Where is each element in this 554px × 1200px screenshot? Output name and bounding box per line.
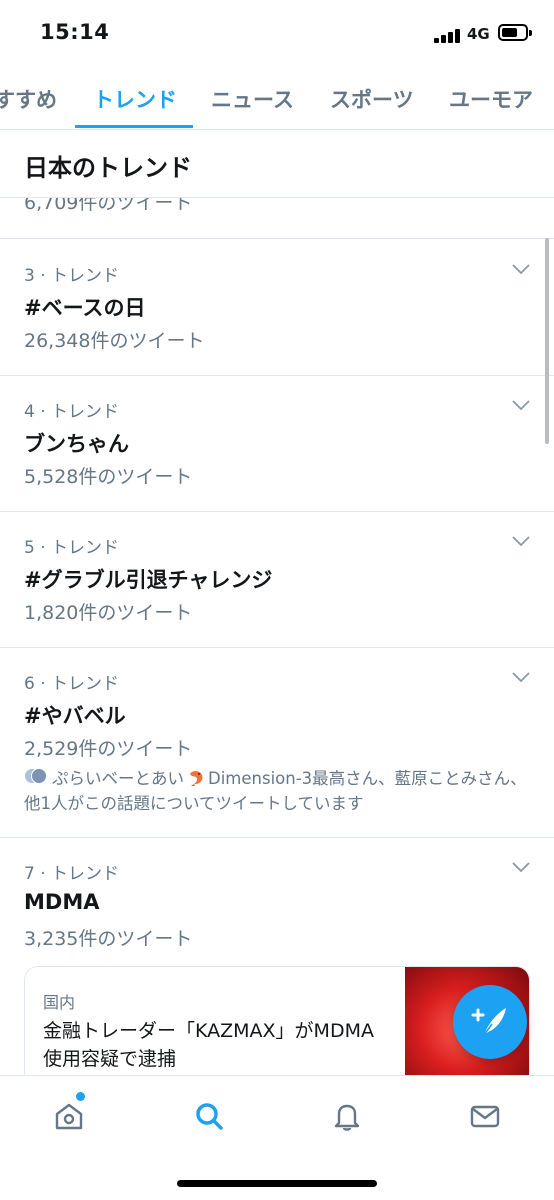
trend-name: #やバベル (24, 704, 126, 728)
nav-messages[interactable] (465, 1096, 505, 1136)
messages-icon (470, 1105, 500, 1128)
compose-tweet-icon (471, 1008, 506, 1036)
status-time: 15:14 (40, 20, 110, 44)
news-category: 国内 (43, 993, 76, 1012)
trend-tweet-count: 1,820件のツイート (24, 602, 193, 624)
avatar-stack (24, 767, 48, 787)
trend-tweet-count: 3,235件のツイート (24, 928, 193, 950)
tab-news[interactable]: ニュース (211, 84, 294, 114)
trend-tweet-count: 5,528件のツイート (24, 466, 193, 488)
news-title: 金融トレーダー「KAZMAX」がMDMA使用容疑で逮捕 (43, 1020, 374, 1070)
trend-rank: 6 · トレンド (24, 674, 120, 694)
trend-name: #グラブル引退チャレンジ (24, 568, 273, 592)
trend-count-partial: 6,709件のツイート (24, 198, 193, 214)
shrimp-emoji-icon (190, 771, 203, 786)
search-icon (196, 1103, 223, 1130)
chevron-down-icon[interactable] (512, 861, 530, 873)
active-tab-indicator (75, 125, 193, 128)
cellular-signal-icon (434, 27, 462, 43)
section-title: 日本のトレンド (24, 154, 192, 182)
tab-recommended[interactable]: すすめ (0, 84, 57, 114)
trend-item[interactable]: 4 · トレンド ブンちゃん 5,528件のツイート (0, 375, 554, 511)
trend-rank: 7 · トレンド (24, 864, 120, 884)
network-type: 4G (467, 25, 490, 43)
trend-item[interactable]: 6 · トレンド #やバベル 2,529件のツイート ぷらいベーとあい Dimen… (0, 647, 554, 837)
home-indicator[interactable] (177, 1180, 377, 1187)
status-bar: 15:14 4G (0, 0, 554, 62)
explore-tabs: すすめ トレンド ニュース スポーツ ユーモア (0, 72, 554, 130)
trend-rank: 3 · トレンド (24, 266, 120, 286)
trend-rank: 4 · トレンド (24, 402, 120, 422)
nav-notifications[interactable] (327, 1096, 367, 1136)
chevron-down-icon[interactable] (512, 399, 530, 411)
tab-humor[interactable]: ユーモア (449, 84, 533, 114)
section-header: 日本のトレンド (0, 130, 554, 198)
chevron-down-icon[interactable] (512, 535, 530, 547)
compose-tweet-button[interactable] (453, 985, 527, 1059)
trend-list: 6,709件のツイート 3 · トレンド #ベースの日 26,348件のツイート… (0, 198, 554, 1075)
trend-item[interactable]: 3 · トレンド #ベースの日 26,348件のツイート (0, 239, 554, 375)
nav-home[interactable] (49, 1092, 89, 1136)
trend-tweet-count: 26,348件のツイート (24, 330, 205, 352)
context-user-name: ぷらいベーとあい (52, 769, 184, 788)
trend-name: MDMA (24, 890, 100, 914)
chevron-down-icon[interactable] (512, 263, 530, 275)
scrollbar[interactable] (545, 238, 549, 444)
trend-item[interactable]: 5 · トレンド #グラブル引退チャレンジ 1,820件のツイート (0, 511, 554, 647)
home-icon (55, 1103, 83, 1130)
trend-social-context: ぷらいベーとあい Dimension-3最高さん、藍原ことみさん、他1人がこの話題… (24, 766, 534, 816)
notification-dot (76, 1092, 85, 1101)
trend-name: ブンちゃん (24, 432, 129, 456)
trend-tweet-count: 2,529件のツイート (24, 738, 193, 760)
tab-trends[interactable]: トレンド (93, 84, 177, 114)
tab-sports[interactable]: スポーツ (330, 84, 414, 114)
notifications-icon (334, 1104, 360, 1131)
battery-icon (498, 24, 532, 41)
trend-name: #ベースの日 (24, 296, 146, 320)
chevron-down-icon[interactable] (512, 671, 530, 683)
trend-rank: 5 · トレンド (24, 538, 120, 558)
nav-search[interactable] (189, 1096, 229, 1136)
